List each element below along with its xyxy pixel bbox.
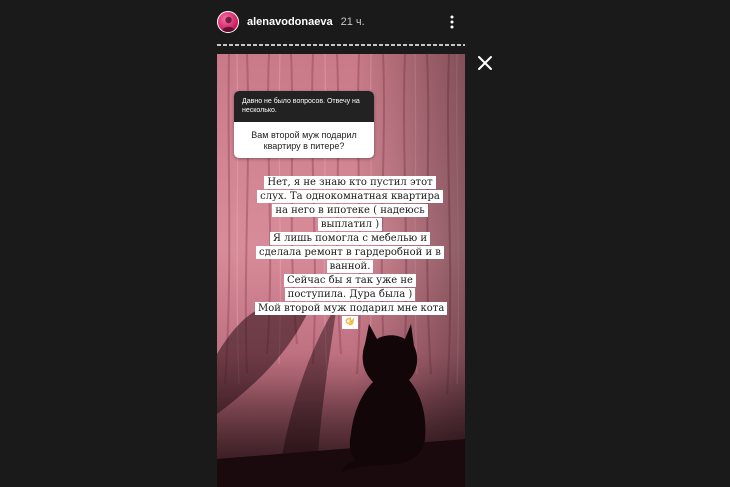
avatar-silhouette-icon	[221, 16, 235, 32]
question-sticker: Давно не было вопросов. Отвечу на нескол…	[234, 91, 374, 158]
avatar[interactable]	[217, 11, 239, 33]
answer-line-3: Сейчас бы я так уже не поступила. Дура б…	[287, 275, 413, 300]
question-sticker-header: Давно не было вопросов. Отвечу на нескол…	[234, 91, 374, 122]
close-icon[interactable]	[476, 54, 494, 72]
answer-line: Нет, я не знаю кто пустил этот слух. Та …	[255, 176, 448, 329]
username[interactable]: alenavodonaeva	[247, 16, 333, 28]
story-viewer: alenavodonaeva 21 ч. Давно не было вопро…	[0, 0, 730, 487]
answer-text: Нет, я не знаю кто пустил этот слух. Та …	[255, 176, 448, 330]
answer-line-2: Я лишь помогла с мебелью и сделала ремон…	[259, 233, 441, 272]
post-time: 21 ч.	[340, 16, 365, 28]
question-sticker-text: Вам второй муж подарил квартиру в питере…	[251, 130, 357, 151]
ok-hand-icon	[345, 316, 354, 326]
answer-line-4: Мой второй муж подарил мне кота	[258, 303, 445, 314]
more-vertical-icon[interactable]	[445, 14, 459, 30]
story-header: alenavodonaeva 21 ч.	[217, 8, 465, 36]
story-progress-bar	[217, 44, 465, 46]
answer-line-1: Нет, я не знаю кто пустил этот слух. Та …	[260, 177, 440, 230]
story-content[interactable]: Давно не было вопросов. Отвечу на нескол…	[217, 54, 465, 487]
